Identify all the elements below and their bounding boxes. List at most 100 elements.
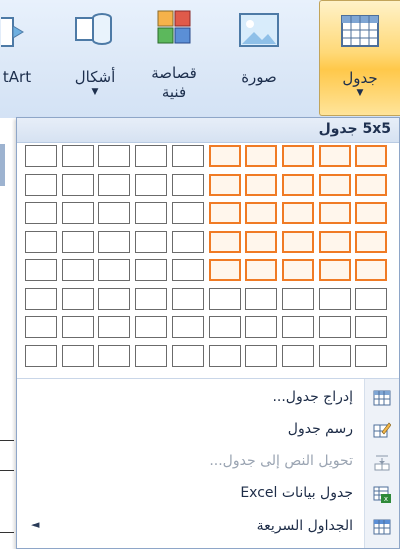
grid-cell[interactable] [25,231,57,253]
grid-cell[interactable] [98,202,130,224]
grid-cell[interactable] [172,174,204,196]
grid-cell[interactable] [245,259,277,281]
grid-cell[interactable] [62,288,94,310]
grid-cell[interactable] [62,202,94,224]
grid-cell[interactable] [25,345,57,367]
grid-cell[interactable] [319,174,351,196]
grid-cell[interactable] [355,316,387,338]
grid-cell[interactable] [282,259,314,281]
grid-cell[interactable] [282,231,314,253]
grid-cell[interactable] [135,345,167,367]
grid-cell[interactable] [245,145,277,167]
shapes-icon [72,8,118,54]
grid-cell[interactable] [355,145,387,167]
grid-cell[interactable] [209,316,241,338]
grid-cell[interactable] [355,345,387,367]
grid-cell[interactable] [319,259,351,281]
grid-cell[interactable] [135,259,167,281]
grid-cell[interactable] [98,259,130,281]
grid-cell[interactable] [98,145,130,167]
grid-cell[interactable] [245,316,277,338]
grid-cell[interactable] [245,231,277,253]
grid-cell[interactable] [209,345,241,367]
grid-cell[interactable] [25,202,57,224]
grid-cell[interactable] [245,345,277,367]
grid-cell[interactable] [319,231,351,253]
insert-table-dropdown: 5x5 جدول إدراج جدول... رسم جدول تحويل النص… [16,117,400,549]
grid-cell[interactable] [25,174,57,196]
grid-cell[interactable] [62,345,94,367]
scroll-marker [0,144,5,186]
grid-cell[interactable] [282,316,314,338]
grid-cell[interactable] [98,345,130,367]
grid-cell[interactable] [209,288,241,310]
grid-cell[interactable] [209,145,241,167]
grid-cell[interactable] [135,316,167,338]
grid-cell[interactable] [209,174,241,196]
grid-cell[interactable] [209,231,241,253]
clipart-icon [151,8,197,54]
grid-cell[interactable] [319,202,351,224]
ribbon: tArt أشكال ▼ قصاصة فنية صورة جدول ▼ [0,0,400,121]
smartart-button[interactable]: tArt [0,0,48,116]
clipart-button[interactable]: قصاصة فنية [138,0,210,116]
quick-tables-item[interactable]: الجداول السريعة ◄ [17,512,399,542]
grid-cell[interactable] [355,174,387,196]
grid-cell[interactable] [319,145,351,167]
picture-label: صورة [241,68,277,86]
excel-sheet-icon: x [373,485,391,503]
grid-cell[interactable] [135,231,167,253]
grid-cell[interactable] [319,345,351,367]
grid-cell[interactable] [98,174,130,196]
grid-cell[interactable] [319,316,351,338]
grid-cell[interactable] [245,174,277,196]
grid-cell[interactable] [135,202,167,224]
insert-table-item[interactable]: إدراج جدول... [17,383,399,413]
grid-cell[interactable] [355,231,387,253]
grid-cell[interactable] [62,174,94,196]
grid-cell[interactable] [282,145,314,167]
grid-cell[interactable] [245,288,277,310]
grid-cell[interactable] [98,316,130,338]
grid-cell[interactable] [62,231,94,253]
grid-cell[interactable] [25,259,57,281]
grid-cell[interactable] [98,231,130,253]
grid-cell[interactable] [172,288,204,310]
grid-cell[interactable] [172,259,204,281]
grid-cell[interactable] [172,345,204,367]
grid-cell[interactable] [209,202,241,224]
table-size-grid[interactable] [25,145,393,372]
grid-cell[interactable] [319,288,351,310]
excel-spreadsheet-item[interactable]: x جدول بيانات Excel [17,479,399,509]
grid-cell[interactable] [135,145,167,167]
grid-cell[interactable] [282,174,314,196]
grid-cell[interactable] [172,202,204,224]
grid-cell[interactable] [135,288,167,310]
grid-cell[interactable] [355,288,387,310]
table-size-title: 5x5 جدول [318,121,391,137]
grid-cell[interactable] [282,288,314,310]
grid-cell[interactable] [172,316,204,338]
grid-cell[interactable] [98,288,130,310]
grid-cell[interactable] [25,316,57,338]
grid-cell[interactable] [172,145,204,167]
grid-cell[interactable] [25,145,57,167]
menu-item-label: جدول بيانات Excel [240,485,353,501]
picture-button[interactable]: صورة [225,0,293,116]
grid-cell[interactable] [282,202,314,224]
grid-cell[interactable] [245,202,277,224]
grid-cell[interactable] [135,174,167,196]
grid-cell[interactable] [25,288,57,310]
clipart-label: قصاصة فنية [151,64,197,102]
shapes-button[interactable]: أشكال ▼ [60,0,130,116]
table-button[interactable]: جدول ▼ [319,0,400,116]
grid-cell[interactable] [62,259,94,281]
grid-cell[interactable] [209,259,241,281]
grid-cell[interactable] [62,145,94,167]
grid-cell[interactable] [355,259,387,281]
grid-cell[interactable] [355,202,387,224]
grid-cell[interactable] [172,231,204,253]
draw-table-item[interactable]: رسم جدول [17,415,399,445]
grid-cell[interactable] [62,316,94,338]
grid-cell[interactable] [282,345,314,367]
